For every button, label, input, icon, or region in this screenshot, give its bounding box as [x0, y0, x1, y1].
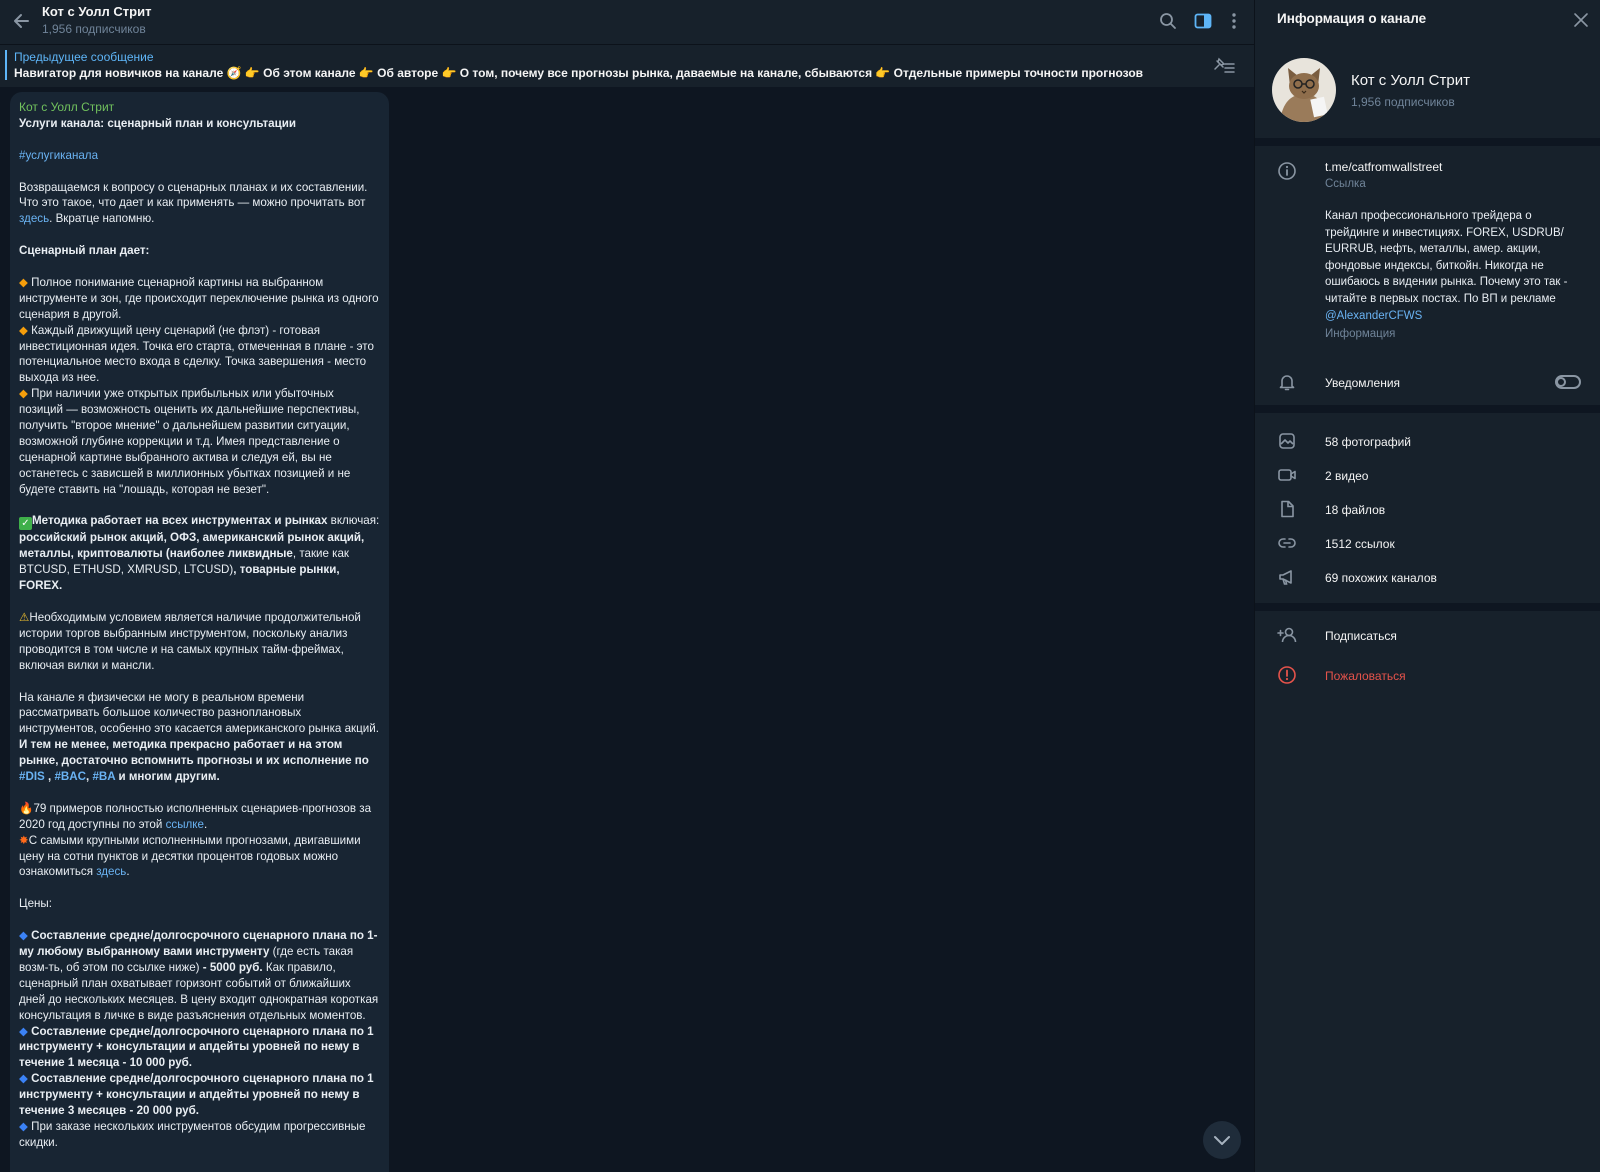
plan-bullets: ◆ Полное понимание сценарной картины на …	[19, 275, 380, 498]
blue-diamond-icon: ◆	[19, 1119, 28, 1133]
links-count[interactable]: 1512 ссылок	[1325, 537, 1395, 551]
photos-count[interactable]: 58 фотографий	[1325, 435, 1411, 449]
here-link[interactable]: здесь	[19, 212, 49, 225]
collision-icon: ✸	[19, 833, 29, 847]
fire-icon: 🔥	[19, 801, 34, 815]
toggle-knob	[1556, 376, 1566, 387]
description-text: Канал профессионального трейдера о трейд…	[1325, 210, 1568, 305]
megaphone-icon	[1279, 570, 1292, 585]
similar-channels-count[interactable]: 69 похожих каналов	[1325, 571, 1437, 585]
video-icon	[1278, 469, 1296, 481]
pinned-accent-bar	[5, 50, 7, 80]
paragraph-intro-tail: . Вкратце напомню.	[49, 212, 155, 226]
close-icon[interactable]	[1573, 12, 1589, 28]
method-paragraph: ✓ Методика работает на всех инструментах …	[19, 513, 380, 594]
pinned-message-bar[interactable]: Предыдущее сообщение Навигатор для нович…	[0, 44, 1254, 87]
channel-subscribers: 1,956 подписчиков	[1351, 95, 1455, 109]
videos-count[interactable]: 2 видео	[1325, 469, 1368, 483]
link-label: Ссылка	[1325, 178, 1366, 190]
blue-diamond-icon: ◆	[19, 1072, 28, 1086]
section-divider	[1255, 138, 1600, 146]
channel-info-panel: Информация о канале Кот с Уолл Стрит 1,9…	[1254, 0, 1600, 1172]
method-title: Методика работает на всех инструментах и…	[32, 514, 328, 528]
check-icon: ✓	[19, 517, 32, 531]
method-including: включая:	[327, 514, 380, 528]
report-button[interactable]: Пожаловаться	[1325, 669, 1406, 683]
warning-text: Необходимым условием является наличие пр…	[19, 611, 361, 672]
chat-area: Кот с Уолл Стрит 1,956 подписчиков Преды…	[0, 0, 1254, 1172]
bullet-1: Полное понимание сценарной картины на вы…	[19, 275, 379, 321]
file-icon	[1281, 500, 1294, 518]
section-divider	[1255, 405, 1600, 413]
chat-subscribers: 1,956 подписчиков	[42, 22, 146, 36]
message-title: Услуги канала: сценарный план и консульт…	[19, 116, 297, 130]
warning-paragraph: ⚠Необходимым условием является наличие п…	[19, 610, 380, 674]
paragraph-intro: Возвращаемся к вопросу о сценарных плана…	[19, 180, 380, 228]
channel-description: Канал профессионального трейдера о трейд…	[1325, 208, 1583, 324]
orange-diamond-icon: ◆	[19, 323, 28, 337]
chat-title[interactable]: Кот с Уолл Стрит	[42, 4, 151, 19]
warning-icon: ⚠	[19, 611, 30, 624]
more-icon[interactable]	[1224, 11, 1244, 31]
examples-link[interactable]: ссылке	[166, 818, 204, 831]
plan-heading: Сценарный план дает:	[19, 244, 150, 258]
report-icon	[1278, 666, 1296, 684]
pinned-list-icon[interactable]	[1210, 55, 1236, 77]
hashtag-link[interactable]: #услугиканала	[19, 149, 98, 162]
orange-diamond-icon: ◆	[19, 387, 28, 401]
photo-icon	[1279, 433, 1295, 449]
avatar[interactable]	[1272, 58, 1336, 122]
chat-header[interactable]: Кот с Уолл Стрит 1,956 подписчиков	[0, 0, 1254, 44]
sidebar-toggle-icon[interactable]	[1193, 11, 1213, 31]
biggest-text: С самыми крупными исполненными прогнозам…	[19, 833, 361, 879]
price-4: При заказе нескольких инструментов обсуд…	[19, 1119, 366, 1149]
subscribe-button[interactable]: Подписаться	[1325, 629, 1397, 643]
channel-name: Кот с Уолл Стрит	[1351, 72, 1470, 89]
files-count[interactable]: 18 файлов	[1325, 503, 1385, 517]
add-user-icon	[1277, 627, 1297, 643]
channel-link[interactable]: t.me/catfromwallstreet	[1325, 160, 1442, 174]
info-label: Информация	[1325, 328, 1396, 340]
tag-ba-link[interactable]: #BA	[92, 770, 115, 783]
us-market-paragraph: На канале я физически не могу в реальном…	[19, 690, 380, 785]
blue-diamond-icon: ◆	[19, 1024, 28, 1038]
tag-separator: ,	[44, 770, 55, 784]
tag-bac-link[interactable]: #BAC	[54, 770, 86, 783]
blue-diamond-icon: ◆	[19, 929, 28, 943]
price-3: Составление средне/долгосрочного сценарн…	[19, 1072, 374, 1118]
paragraph-intro-text: Возвращаемся к вопросу о сценарных плана…	[19, 180, 368, 210]
section-divider	[1255, 603, 1600, 611]
author-mention-link[interactable]: @AlexanderCFWS	[1325, 310, 1422, 322]
message-author[interactable]: Кот с Уолл Стрит	[19, 100, 380, 116]
pinned-text: Навигатор для новичков на канале 🧭 👉 Об …	[14, 66, 1144, 80]
notifications-label[interactable]: Уведомления	[1325, 376, 1400, 390]
cat-avatar-icon	[1272, 58, 1336, 122]
biggest-link[interactable]: здесь	[96, 865, 126, 878]
us-market-text: На канале я физически не могу в реальном…	[19, 690, 379, 736]
info-icon	[1278, 162, 1296, 180]
us-market-tail: и многим другим.	[115, 770, 220, 784]
bullet-3: При наличии уже открытых прибыльных или …	[19, 387, 360, 496]
scroll-down-button[interactable]	[1203, 1121, 1241, 1159]
pinned-label: Предыдущее сообщение	[14, 50, 154, 64]
prices-heading: Цены:	[19, 897, 52, 911]
message-bubble[interactable]: Кот с Уолл Стрит Услуги канала: сценарны…	[10, 92, 389, 1172]
search-icon[interactable]	[1158, 11, 1178, 31]
price-2: Составление средне/долгосрочного сценарн…	[19, 1024, 374, 1070]
examples-paragraph: 🔥79 примеров полностью исполненных сцена…	[19, 801, 372, 879]
back-arrow-icon[interactable]	[10, 10, 32, 32]
price-1-amount: - 5000 руб.	[202, 960, 263, 974]
orange-diamond-icon: ◆	[19, 275, 28, 289]
message-body: Кот с Уолл Стрит Услуги канала: сценарны…	[10, 92, 389, 1151]
chevron-down-icon	[1214, 1136, 1230, 1145]
link-icon	[1278, 538, 1296, 548]
us-market-bold: И тем не менее, методика прекрасно работ…	[19, 738, 369, 768]
panel-title: Информация о канале	[1277, 11, 1427, 26]
price-list: ◆ Составление средне/долгосрочного сцена…	[19, 928, 380, 1151]
tag-dis-link[interactable]: #DIS	[19, 770, 45, 783]
notifications-toggle[interactable]	[1555, 375, 1581, 389]
bullet-2: Каждый движущий цену сценарий (не флэт) …	[19, 323, 374, 385]
bell-icon	[1279, 375, 1295, 391]
